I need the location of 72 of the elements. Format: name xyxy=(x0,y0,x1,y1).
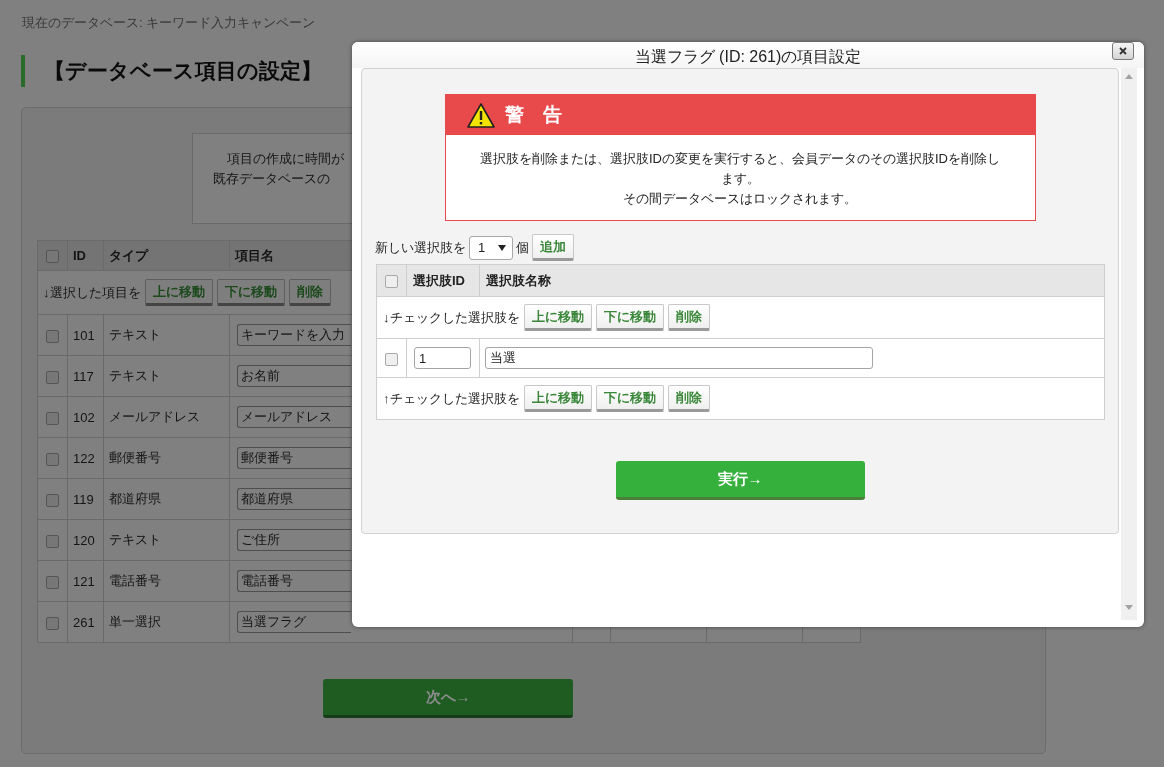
option-name-input[interactable]: 当選 xyxy=(485,347,873,369)
field-name-input[interactable]: メールアドレス xyxy=(237,406,351,428)
type-cell: メールアドレス xyxy=(103,396,230,438)
scroll-down-icon[interactable] xyxy=(1125,605,1133,610)
field-name-input[interactable]: キーワードを入力 xyxy=(237,324,351,346)
type-cell: テキスト xyxy=(103,314,230,356)
notice-text: 項目の作成に時間が xyxy=(227,150,344,168)
action-button[interactable]: 削除 xyxy=(667,385,710,412)
id-cell: 120 xyxy=(67,519,104,561)
action-button[interactable]: 削除 xyxy=(288,279,331,306)
id-cell: 261 xyxy=(67,601,104,643)
type-cell: 郵便番号 xyxy=(103,437,230,479)
field-name-input[interactable]: 電話番号 xyxy=(237,570,351,592)
action-button[interactable]: 上に移動 xyxy=(523,304,592,331)
action-label: ↓チェックした選択肢を xyxy=(383,308,520,327)
id-cell: 121 xyxy=(67,560,104,602)
action-button[interactable]: 上に移動 xyxy=(523,385,592,412)
scroll-up-icon[interactable] xyxy=(1125,74,1133,79)
action-button[interactable]: 下に移動 xyxy=(595,304,664,331)
field-name-input[interactable]: ご住所 xyxy=(237,529,351,551)
action-label: ↓選択した項目を xyxy=(43,283,141,302)
checkbox[interactable] xyxy=(46,534,59,548)
column-header: 選択肢名称 xyxy=(479,264,1105,297)
next-button[interactable]: 次へ→ xyxy=(323,679,573,718)
checkbox[interactable] xyxy=(46,616,59,630)
checkbox[interactable] xyxy=(46,370,59,384)
caret-icon xyxy=(498,244,506,251)
notice-text: 既存データベースの xyxy=(213,170,330,188)
type-cell: 都道府県 xyxy=(103,478,230,520)
type-cell: 電話番号 xyxy=(103,560,230,602)
field-name-input[interactable]: 都道府県 xyxy=(237,488,351,510)
id-cell: 117 xyxy=(67,355,104,397)
field-name-input[interactable]: 当選フラグ xyxy=(237,611,351,633)
option-id-input[interactable]: 1 xyxy=(414,347,471,369)
page-title: 【データベース項目の設定】 xyxy=(21,55,326,87)
checkbox[interactable] xyxy=(46,575,59,589)
checkbox[interactable] xyxy=(46,250,59,264)
type-cell: テキスト xyxy=(103,519,230,561)
field-name-input[interactable]: 郵便番号 xyxy=(237,447,351,469)
action-button[interactable]: 削除 xyxy=(667,304,710,331)
close-button[interactable] xyxy=(1112,42,1134,60)
field-name-input[interactable]: お名前 xyxy=(237,365,351,387)
checkbox[interactable] xyxy=(46,493,59,507)
action-label: ↑チェックした選択肢を xyxy=(383,389,520,408)
add-button[interactable]: 追加 xyxy=(532,234,574,261)
checkbox[interactable] xyxy=(385,275,398,289)
warning-heading: 警 告 xyxy=(504,103,562,127)
column-header: ID xyxy=(67,240,104,271)
close-icon xyxy=(1119,47,1127,55)
id-cell: 122 xyxy=(67,437,104,479)
id-cell: 102 xyxy=(67,396,104,438)
action-button[interactable]: 下に移動 xyxy=(216,279,285,306)
checkbox[interactable] xyxy=(46,411,59,425)
warning-text: 選択肢を削除または、選択肢IDの変更を実行すると、会員データのその選択肢IDを削除します。 xyxy=(479,150,1001,188)
dialog-title: 当選フラグ (ID: 261)の項目設定 xyxy=(634,47,862,67)
checkbox[interactable] xyxy=(46,329,59,343)
action-button[interactable]: 上に移動 xyxy=(144,279,213,306)
action-button[interactable]: 下に移動 xyxy=(595,385,664,412)
id-cell: 119 xyxy=(67,478,104,520)
column-header: 選択肢ID xyxy=(406,264,480,297)
unit-label: 個 xyxy=(516,238,529,257)
warning-icon xyxy=(466,102,495,128)
id-cell: 101 xyxy=(67,314,104,356)
add-options-label: 新しい選択肢を xyxy=(375,238,466,257)
column-header: タイプ xyxy=(103,240,230,271)
execute-button[interactable]: 実行→ xyxy=(615,461,865,500)
count-select[interactable]: 1 xyxy=(469,235,513,260)
type-cell: テキスト xyxy=(103,355,230,397)
checkbox[interactable] xyxy=(46,452,59,466)
warning-text: その間データベースはロックされます。 xyxy=(622,190,858,208)
checkbox[interactable] xyxy=(385,352,398,366)
scrollbar[interactable] xyxy=(1121,68,1137,620)
